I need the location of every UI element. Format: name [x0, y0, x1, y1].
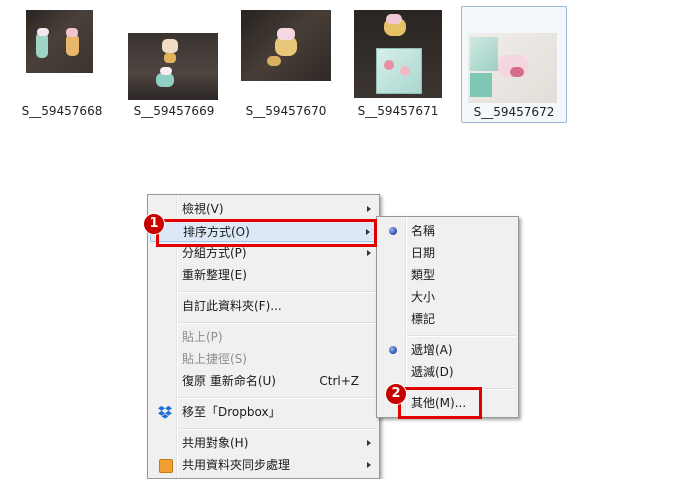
photo-thumbnail [128, 33, 218, 100]
submenu-arrow-icon [367, 440, 371, 446]
menu-separator [178, 322, 377, 324]
step-badge-2: 2 [385, 383, 407, 405]
dropbox-icon [158, 405, 172, 419]
menu-item-label: 共用對象(H) [182, 436, 249, 450]
radio-bullet-icon [389, 227, 397, 235]
submenu-arrow-icon [367, 206, 371, 212]
sort-option-date[interactable]: 日期 [379, 242, 516, 264]
menu-item-label: 遞增(A) [411, 343, 453, 357]
thumbnail-item[interactable]: S__59457671 [346, 2, 450, 122]
thumbnail-item[interactable]: S__59457670 [234, 2, 338, 122]
menu-separator [178, 428, 377, 430]
menu-item-label: 名稱 [411, 224, 436, 238]
sort-ascending[interactable]: 遞增(A) [379, 339, 516, 361]
sort-descending[interactable]: 遞減(D) [379, 361, 516, 383]
file-name: S__59457669 [133, 104, 215, 118]
menu-item-paste[interactable]: 貼上(P) [150, 326, 377, 348]
file-name: S__59457671 [357, 104, 439, 118]
file-name: S__59457672 [473, 105, 555, 119]
photo-thumbnail [468, 33, 557, 103]
file-name: S__59457668 [21, 104, 103, 118]
sort-option-type[interactable]: 類型 [379, 264, 516, 286]
submenu-arrow-icon [367, 462, 371, 468]
menu-item-label: 分組方式(P) [182, 246, 247, 260]
menu-item-label: 標記 [411, 312, 436, 326]
sync-app-icon [159, 459, 173, 473]
menu-item-label: 自訂此資料夾(F)... [182, 299, 282, 313]
menu-item-shared-folder-sync[interactable]: 共用資料夾同步處理 [150, 454, 377, 476]
menu-item-label: 日期 [411, 246, 436, 260]
photo-thumbnail [241, 10, 331, 81]
photo-thumbnail [354, 10, 442, 98]
photo-thumbnail [26, 10, 93, 73]
keyboard-shortcut: Ctrl+Z [319, 374, 359, 388]
menu-item-label: 大小 [411, 290, 436, 304]
sort-option-name[interactable]: 名稱 [379, 220, 516, 242]
menu-item-label: 檢視(V) [182, 202, 224, 216]
highlight-box-sort-by [156, 219, 377, 247]
radio-bullet-icon [389, 346, 397, 354]
menu-item-label: 共用資料夾同步處理 [182, 458, 291, 472]
menu-separator [407, 335, 516, 337]
menu-separator [178, 397, 377, 399]
submenu-arrow-icon [367, 250, 371, 256]
menu-item-paste-shortcut[interactable]: 貼上捷徑(S) [150, 348, 377, 370]
menu-item-move-to-dropbox[interactable]: 移至「Dropbox」 [150, 401, 377, 423]
sort-option-tags[interactable]: 標記 [379, 308, 516, 330]
menu-item-label: 復原 重新命名(U) [182, 374, 276, 388]
sort-option-size[interactable]: 大小 [379, 286, 516, 308]
menu-item-label: 貼上捷徑(S) [182, 352, 247, 366]
thumbnail-item[interactable]: S__59457668 [10, 2, 114, 122]
menu-item-label: 移至「Dropbox」 [182, 405, 281, 419]
menu-item-label: 遞減(D) [411, 365, 454, 379]
menu-item-undo-rename[interactable]: 復原 重新命名(U) Ctrl+Z [150, 370, 377, 392]
menu-item-view[interactable]: 檢視(V) [150, 198, 377, 220]
menu-item-label: 貼上(P) [182, 330, 223, 344]
menu-item-label: 重新整理(E) [182, 268, 247, 282]
menu-item-label: 類型 [411, 268, 436, 282]
thumbnail-item[interactable]: S__59457669 [122, 2, 226, 122]
menu-separator [178, 291, 377, 293]
step-badge-1: 1 [143, 213, 165, 235]
menu-item-customize-folder[interactable]: 自訂此資料夾(F)... [150, 295, 377, 317]
file-name: S__59457670 [245, 104, 327, 118]
thumbnail-item-selected[interactable]: S__59457672 [461, 6, 567, 123]
menu-item-refresh[interactable]: 重新整理(E) [150, 264, 377, 286]
highlight-box-more [398, 387, 482, 419]
menu-item-share-with[interactable]: 共用對象(H) [150, 432, 377, 454]
